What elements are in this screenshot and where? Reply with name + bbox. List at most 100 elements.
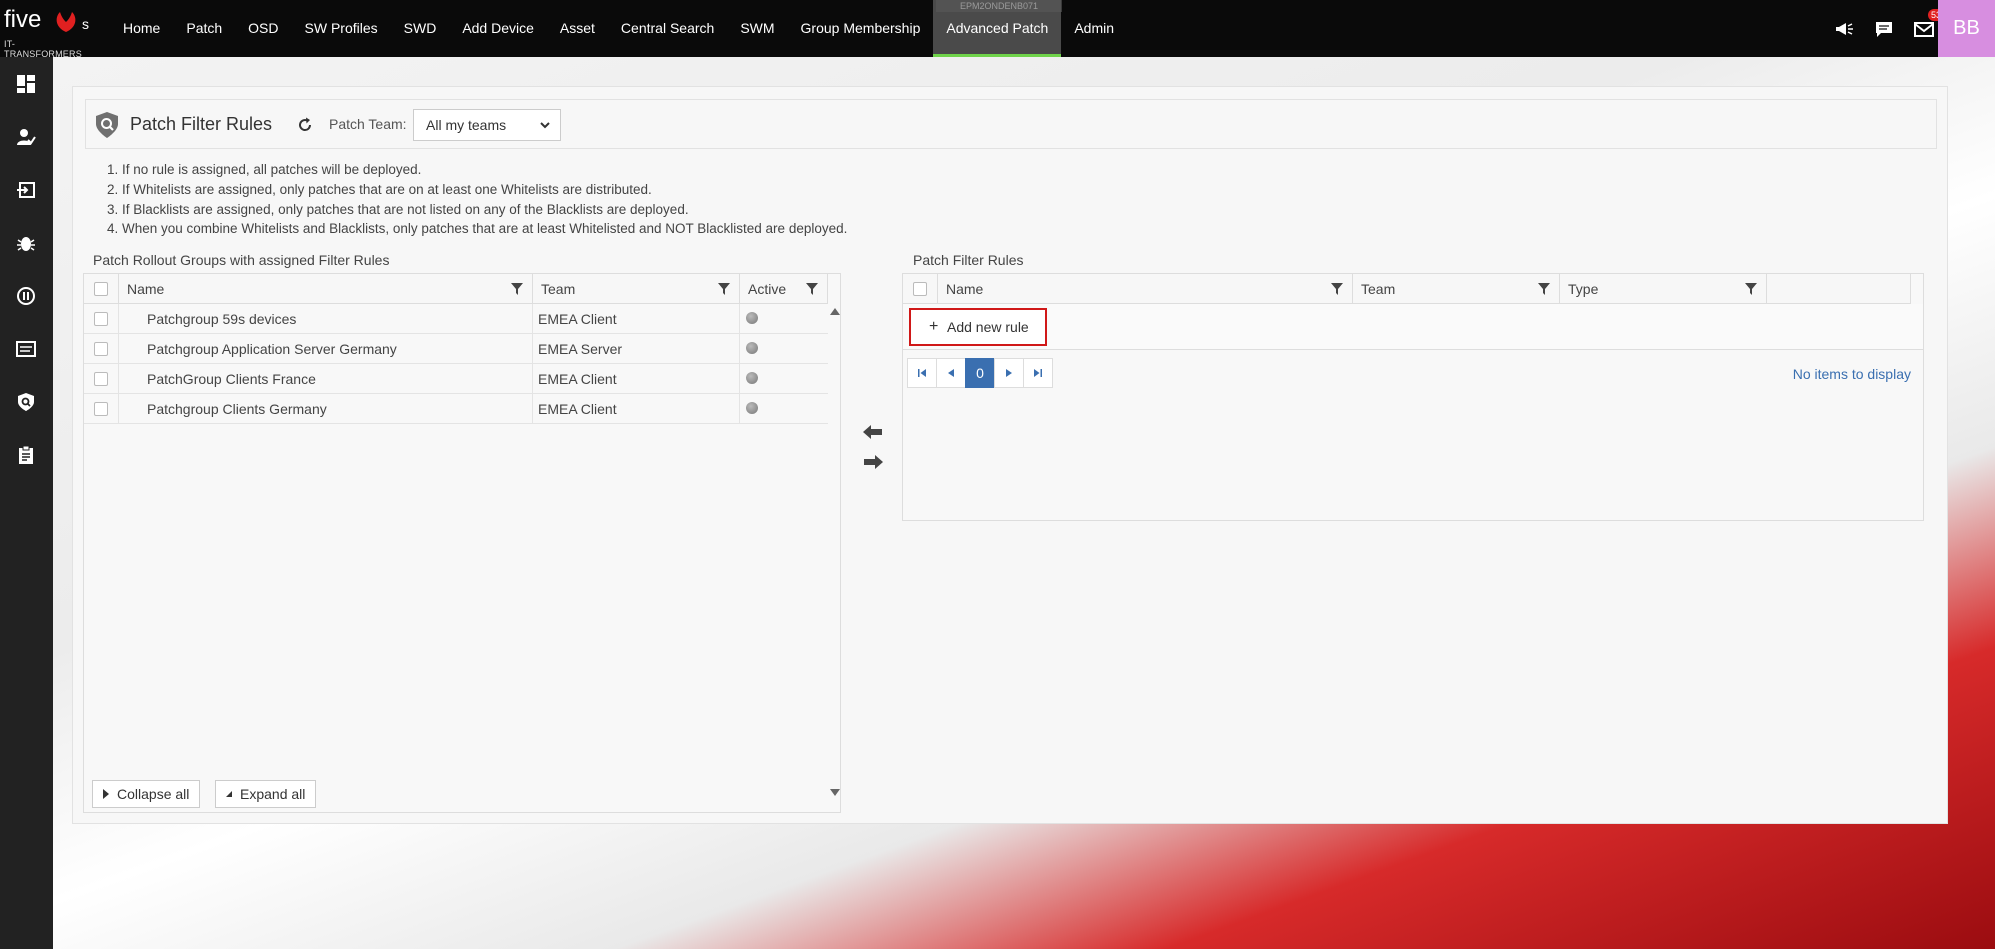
triangle-right-icon <box>103 789 109 799</box>
row-active <box>740 364 828 394</box>
collapse-all-button[interactable]: Collapse all <box>92 780 201 808</box>
move-right-arrow-icon[interactable] <box>863 455 883 469</box>
logo-suffix: s <box>82 16 89 32</box>
row-checkbox[interactable] <box>94 372 108 386</box>
row-active <box>740 394 828 424</box>
patch-team-value: All my teams <box>426 117 507 133</box>
filter-rules-grid: Name Team Type + Add new rule 0 No items… <box>902 273 1924 521</box>
filter-icon[interactable] <box>806 283 818 295</box>
column-name[interactable]: Name <box>119 274 533 304</box>
nav-admin[interactable]: Admin <box>1061 0 1127 57</box>
row-team: EMEA Server <box>533 334 740 364</box>
column-team[interactable]: Team <box>1353 274 1560 304</box>
prev-page-icon <box>948 369 954 377</box>
column-type[interactable]: Type <box>1560 274 1767 304</box>
add-new-rule-button[interactable]: + Add new rule <box>909 308 1047 346</box>
refresh-icon[interactable] <box>296 116 314 134</box>
clipboard-icon[interactable] <box>13 442 39 468</box>
rollout-groups-grid: Name Team Active Patchgroup 59s devices … <box>83 273 841 813</box>
next-page-button[interactable] <box>994 358 1024 388</box>
table-row[interactable]: Patchgroup Clients Germany EMEA Client <box>84 394 828 424</box>
nav-swd[interactable]: SWD <box>391 0 450 57</box>
plus-icon: + <box>929 318 939 335</box>
main-panel: Patch Filter Rules Patch Team: All my te… <box>72 86 1948 824</box>
nav-group-membership[interactable]: Group Membership <box>788 0 934 57</box>
shield-search-icon[interactable] <box>13 389 39 415</box>
expand-all-button[interactable]: Expand all <box>215 780 317 808</box>
row-team: EMEA Client <box>533 394 740 424</box>
rules-list: 1. If no rule is assigned, all patches w… <box>107 160 847 239</box>
page-title: Patch Filter Rules <box>130 114 273 134</box>
filter-icon[interactable] <box>1538 283 1550 295</box>
grid-header: Name Team Active <box>84 274 828 304</box>
nav-sw-profiles[interactable]: SW Profiles <box>292 0 391 57</box>
rule-item: 2. If Whitelists are assigned, only patc… <box>107 181 652 197</box>
expand-all-label: Expand all <box>240 786 306 802</box>
column-team[interactable]: Team <box>533 274 740 304</box>
nav-asset[interactable]: Asset <box>547 0 608 57</box>
row-checkbox[interactable] <box>94 312 108 326</box>
left-grid-title: Patch Rollout Groups with assigned Filte… <box>93 252 390 268</box>
shield-search-icon <box>94 111 120 139</box>
avatar[interactable]: BB <box>1938 0 1995 57</box>
move-left-arrow-icon[interactable] <box>863 425 883 439</box>
nav-osd[interactable]: OSD <box>235 0 291 57</box>
inactive-status-icon <box>746 312 758 324</box>
first-page-icon <box>918 369 926 377</box>
row-checkbox[interactable] <box>94 402 108 416</box>
row-team: EMEA Client <box>533 304 740 334</box>
column-active[interactable]: Active <box>740 274 828 304</box>
nav-central-search[interactable]: Central Search <box>608 0 727 57</box>
table-row[interactable]: Patchgroup 59s devices EMEA Client <box>84 304 828 334</box>
column-name-label: Name <box>127 281 165 297</box>
filter-icon[interactable] <box>1745 283 1757 295</box>
first-page-button[interactable] <box>907 358 937 388</box>
chat-icon[interactable] <box>1873 18 1895 40</box>
mail-icon[interactable]: 53 <box>1913 8 1944 40</box>
login-icon[interactable] <box>13 177 39 203</box>
filter-icon[interactable] <box>1331 283 1343 295</box>
row-team: EMEA Client <box>533 364 740 394</box>
scroll-up-arrow-icon[interactable] <box>830 308 840 315</box>
inactive-status-icon <box>746 402 758 414</box>
row-checkbox[interactable] <box>94 342 108 356</box>
filter-icon[interactable] <box>718 283 730 295</box>
header-checkbox-cell <box>903 274 938 304</box>
inactive-status-icon <box>746 372 758 384</box>
table-row[interactable]: Patchgroup Application Server Germany EM… <box>84 334 828 364</box>
select-all-checkbox[interactable] <box>94 282 108 296</box>
filter-icon[interactable] <box>511 283 523 295</box>
nav-swm[interactable]: SWM <box>727 0 787 57</box>
column-name[interactable]: Name <box>938 274 1353 304</box>
list-icon[interactable] <box>13 336 39 362</box>
megaphone-icon[interactable] <box>1833 18 1855 40</box>
column-team-label: Team <box>541 281 576 297</box>
nav-patch[interactable]: Patch <box>173 0 235 57</box>
nav-add-device[interactable]: Add Device <box>449 0 547 57</box>
pager: 0 <box>907 358 1053 388</box>
pause-icon[interactable] <box>13 283 39 309</box>
chevron-down-icon <box>540 122 550 129</box>
bug-icon[interactable] <box>13 230 39 256</box>
rule-item: 4. When you combine Whitelists and Black… <box>107 221 848 237</box>
row-checkbox-cell <box>84 304 119 334</box>
last-page-icon <box>1034 369 1042 377</box>
prev-page-button[interactable] <box>936 358 966 388</box>
top-bar: five s IT-TRANSFORMERS Home Patch OSD SW… <box>0 0 1995 59</box>
table-row[interactable]: PatchGroup Clients France EMEA Client <box>84 364 828 394</box>
user-check-icon[interactable] <box>13 124 39 150</box>
last-page-button[interactable] <box>1023 358 1053 388</box>
brand-logo[interactable]: five s IT-TRANSFORMERS <box>4 6 92 59</box>
row-active <box>740 334 828 364</box>
patch-team-select[interactable]: All my teams <box>413 109 561 141</box>
row-name: PatchGroup Clients France <box>119 364 533 394</box>
right-grid-title: Patch Filter Rules <box>913 252 1024 268</box>
column-active-label: Active <box>748 281 787 297</box>
top-icons: 53 <box>1833 0 1944 57</box>
scroll-down-arrow-icon[interactable] <box>830 789 840 796</box>
inactive-status-icon <box>746 342 758 354</box>
dashboard-icon[interactable] <box>13 71 39 97</box>
nav-home[interactable]: Home <box>110 0 173 57</box>
current-page[interactable]: 0 <box>965 358 995 388</box>
select-all-checkbox[interactable] <box>913 282 927 296</box>
